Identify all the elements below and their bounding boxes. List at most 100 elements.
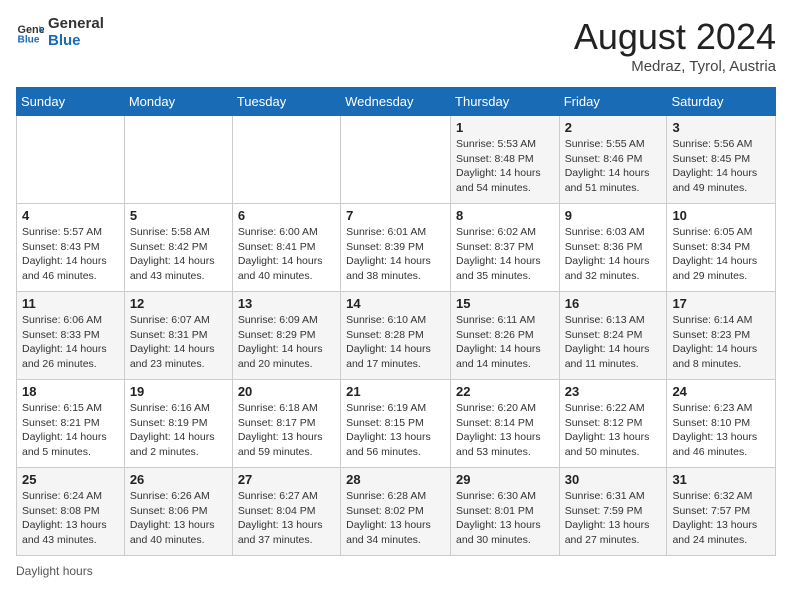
page-header: General Blue General Blue August 2024 Me…	[16, 16, 776, 75]
logo: General Blue General Blue	[16, 16, 104, 49]
calendar-day-cell: 26Sunrise: 6:26 AM Sunset: 8:06 PM Dayli…	[124, 468, 232, 556]
day-info: Sunrise: 6:00 AM Sunset: 8:41 PM Dayligh…	[238, 225, 335, 284]
logo-icon: General Blue	[16, 19, 44, 47]
calendar-day-cell: 22Sunrise: 6:20 AM Sunset: 8:14 PM Dayli…	[451, 380, 560, 468]
calendar-day-cell: 10 Sunrise: 6:05 AM Sunset: 8:34 PM Dayli…	[667, 204, 776, 292]
calendar-body: 1 Sunrise: 5:53 AM Sunset: 8:48 PM Daylig…	[17, 116, 776, 556]
calendar-day-cell: 8 Sunrise: 6:02 AM Sunset: 8:37 PM Daylig…	[451, 204, 560, 292]
day-number: 15	[456, 296, 554, 311]
calendar-day-cell: 23Sunrise: 6:22 AM Sunset: 8:12 PM Dayli…	[559, 380, 667, 468]
day-number: 21	[346, 384, 445, 399]
calendar-day-cell: 9 Sunrise: 6:03 AM Sunset: 8:36 PM Daylig…	[559, 204, 667, 292]
calendar-day-cell: 29 Sunrise: 6:30 AM Sunset: 8:01 PM Dayli…	[451, 468, 560, 556]
day-number: 26	[130, 472, 227, 487]
calendar-table: SundayMondayTuesdayWednesdayThursdayFrid…	[16, 87, 776, 556]
day-info: Sunrise: 6:27 AM Sunset: 8:04 PM Dayligh…	[238, 489, 335, 548]
calendar-day-cell: 24Sunrise: 6:23 AM Sunset: 8:10 PM Dayli…	[667, 380, 776, 468]
day-info: Sunrise: 6:06 AM Sunset: 8:33 PM Dayligh…	[22, 313, 119, 372]
day-info: Sunrise: 5:57 AM Sunset: 8:43 PM Dayligh…	[22, 225, 119, 284]
day-info: Sunrise: 6:16 AM Sunset: 8:19 PM Dayligh…	[130, 401, 227, 460]
calendar-week-row: 1 Sunrise: 5:53 AM Sunset: 8:48 PM Daylig…	[17, 116, 776, 204]
day-number: 5	[130, 208, 227, 223]
weekday-header: Saturday	[667, 88, 776, 116]
weekday-header: Tuesday	[232, 88, 340, 116]
logo-blue: Blue	[48, 33, 104, 50]
day-info: Sunrise: 6:02 AM Sunset: 8:37 PM Dayligh…	[456, 225, 554, 284]
day-info: Sunrise: 6:15 AM Sunset: 8:21 PM Dayligh…	[22, 401, 119, 460]
calendar-day-cell: 19 Sunrise: 6:16 AM Sunset: 8:19 PM Dayli…	[124, 380, 232, 468]
day-number: 16	[565, 296, 662, 311]
calendar-day-cell: 21 Sunrise: 6:19 AM Sunset: 8:15 PM Dayli…	[341, 380, 451, 468]
day-number: 24	[672, 384, 770, 399]
day-number: 23	[565, 384, 662, 399]
day-number: 8	[456, 208, 554, 223]
calendar-week-row: 18Sunrise: 6:15 AM Sunset: 8:21 PM Dayli…	[17, 380, 776, 468]
svg-text:Blue: Blue	[18, 34, 40, 45]
day-info: Sunrise: 6:24 AM Sunset: 8:08 PM Dayligh…	[22, 489, 119, 548]
day-info: Sunrise: 5:53 AM Sunset: 8:48 PM Dayligh…	[456, 137, 554, 196]
calendar-day-cell	[232, 116, 340, 204]
calendar-header: SundayMondayTuesdayWednesdayThursdayFrid…	[17, 88, 776, 116]
day-number: 7	[346, 208, 445, 223]
calendar-day-cell: 28Sunrise: 6:28 AM Sunset: 8:02 PM Dayli…	[341, 468, 451, 556]
day-number: 10	[672, 208, 770, 223]
calendar-day-cell: 3 Sunrise: 5:56 AM Sunset: 8:45 PM Daylig…	[667, 116, 776, 204]
calendar-day-cell: 20 Sunrise: 6:18 AM Sunset: 8:17 PM Dayli…	[232, 380, 340, 468]
logo-general: General	[48, 16, 104, 33]
calendar-day-cell: 17Sunrise: 6:14 AM Sunset: 8:23 PM Dayli…	[667, 292, 776, 380]
day-info: Sunrise: 5:56 AM Sunset: 8:45 PM Dayligh…	[672, 137, 770, 196]
day-number: 25	[22, 472, 119, 487]
day-number: 3	[672, 120, 770, 135]
calendar-day-cell: 31Sunrise: 6:32 AM Sunset: 7:57 PM Dayli…	[667, 468, 776, 556]
calendar-day-cell: 16 Sunrise: 6:13 AM Sunset: 8:24 PM Dayli…	[559, 292, 667, 380]
calendar-day-cell: 5Sunrise: 5:58 AM Sunset: 8:42 PM Daylig…	[124, 204, 232, 292]
day-info: Sunrise: 6:05 AM Sunset: 8:34 PM Dayligh…	[672, 225, 770, 284]
calendar-day-cell: 4Sunrise: 5:57 AM Sunset: 8:43 PM Daylig…	[17, 204, 125, 292]
weekday-header: Monday	[124, 88, 232, 116]
day-number: 30	[565, 472, 662, 487]
day-info: Sunrise: 6:10 AM Sunset: 8:28 PM Dayligh…	[346, 313, 445, 372]
calendar-day-cell: 18Sunrise: 6:15 AM Sunset: 8:21 PM Dayli…	[17, 380, 125, 468]
calendar-footer: Daylight hours	[16, 564, 776, 578]
location-subtitle: Medraz, Tyrol, Austria	[574, 58, 776, 75]
day-info: Sunrise: 6:31 AM Sunset: 7:59 PM Dayligh…	[565, 489, 662, 548]
calendar-day-cell: 12Sunrise: 6:07 AM Sunset: 8:31 PM Dayli…	[124, 292, 232, 380]
day-number: 13	[238, 296, 335, 311]
day-info: Sunrise: 6:03 AM Sunset: 8:36 PM Dayligh…	[565, 225, 662, 284]
day-number: 1	[456, 120, 554, 135]
day-info: Sunrise: 6:19 AM Sunset: 8:15 PM Dayligh…	[346, 401, 445, 460]
weekday-header: Wednesday	[341, 88, 451, 116]
weekday-header: Sunday	[17, 88, 125, 116]
calendar-day-cell: 30 Sunrise: 6:31 AM Sunset: 7:59 PM Dayli…	[559, 468, 667, 556]
weekday-header: Thursday	[451, 88, 560, 116]
day-number: 31	[672, 472, 770, 487]
calendar-day-cell	[17, 116, 125, 204]
day-info: Sunrise: 6:09 AM Sunset: 8:29 PM Dayligh…	[238, 313, 335, 372]
day-info: Sunrise: 6:30 AM Sunset: 8:01 PM Dayligh…	[456, 489, 554, 548]
calendar-day-cell: 2 Sunrise: 5:55 AM Sunset: 8:46 PM Daylig…	[559, 116, 667, 204]
day-number: 29	[456, 472, 554, 487]
day-info: Sunrise: 6:11 AM Sunset: 8:26 PM Dayligh…	[456, 313, 554, 372]
day-number: 22	[456, 384, 554, 399]
calendar-week-row: 4Sunrise: 5:57 AM Sunset: 8:43 PM Daylig…	[17, 204, 776, 292]
day-number: 20	[238, 384, 335, 399]
calendar-day-cell: 27 Sunrise: 6:27 AM Sunset: 8:04 PM Dayli…	[232, 468, 340, 556]
calendar-day-cell	[124, 116, 232, 204]
title-block: August 2024 Medraz, Tyrol, Austria	[574, 16, 776, 75]
calendar-day-cell	[341, 116, 451, 204]
calendar-day-cell: 13 Sunrise: 6:09 AM Sunset: 8:29 PM Dayli…	[232, 292, 340, 380]
day-info: Sunrise: 5:55 AM Sunset: 8:46 PM Dayligh…	[565, 137, 662, 196]
day-number: 27	[238, 472, 335, 487]
day-number: 14	[346, 296, 445, 311]
day-number: 9	[565, 208, 662, 223]
calendar-day-cell: 25 Sunrise: 6:24 AM Sunset: 8:08 PM Dayli…	[17, 468, 125, 556]
day-info: Sunrise: 6:14 AM Sunset: 8:23 PM Dayligh…	[672, 313, 770, 372]
day-info: Sunrise: 6:18 AM Sunset: 8:17 PM Dayligh…	[238, 401, 335, 460]
day-info: Sunrise: 6:13 AM Sunset: 8:24 PM Dayligh…	[565, 313, 662, 372]
calendar-day-cell: 7Sunrise: 6:01 AM Sunset: 8:39 PM Daylig…	[341, 204, 451, 292]
day-number: 19	[130, 384, 227, 399]
calendar-week-row: 25 Sunrise: 6:24 AM Sunset: 8:08 PM Dayli…	[17, 468, 776, 556]
day-number: 6	[238, 208, 335, 223]
day-number: 2	[565, 120, 662, 135]
daylight-label: Daylight hours	[16, 564, 93, 578]
